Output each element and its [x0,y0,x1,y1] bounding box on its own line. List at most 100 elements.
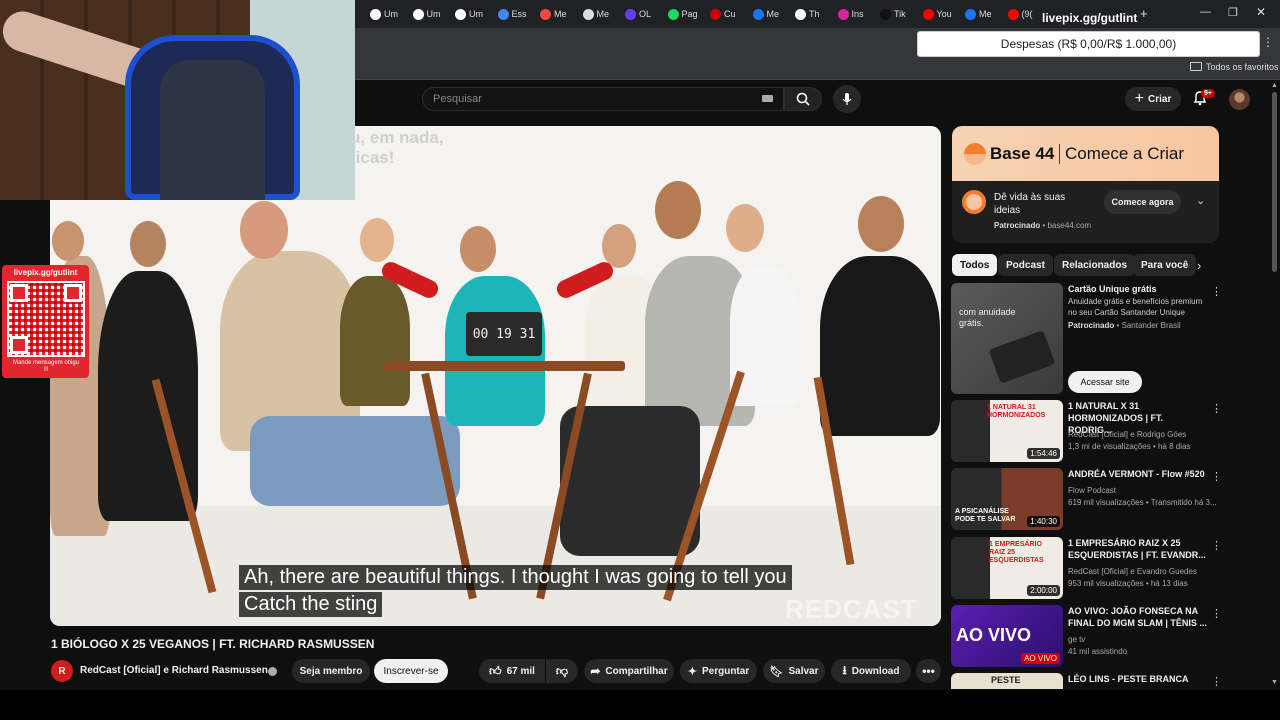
browser-tab[interactable]: You [922,6,952,22]
ad-cta-button[interactable]: Comece agora [1104,190,1181,214]
recommendation-item[interactable]: PESTE LÉO LINS - PESTE BRANCA ⋮ [951,673,1221,689]
recommendation-item[interactable]: 1 NATURAL 31 HORMONIZADOS 1:54:46 1 NATU… [951,400,1222,464]
browser-tab[interactable]: (9( [1007,6,1033,22]
tab-favicon-icon [710,8,721,20]
recommendation-thumbnail[interactable]: 1 EMPRESÁRIO RAIZ 25 ESQUERDISTAS 2:00:0… [951,537,1063,599]
subscribe-button[interactable]: Inscrever-se [374,659,448,683]
chip-for-you[interactable]: Para você [1133,254,1197,276]
rec-channel: RedCast [Oficial] e Evandro Guedes [1068,567,1197,576]
tab-favicon-icon [455,8,466,20]
rec-channel: RedCast [Oficial] e Rodrigo Góes [1068,430,1187,439]
chip-all[interactable]: Todos [952,254,998,276]
bookmark-folder-all[interactable]: Todos os favoritos [1206,62,1279,72]
recommendation-thumbnail[interactable]: 1 NATURAL 31 HORMONIZADOS 1:54:46 [951,400,1063,462]
browser-tab[interactable]: Um [370,6,398,22]
ad-cta-label: Comece agora [1111,197,1174,207]
browser-tab[interactable]: Me [965,6,992,22]
chevron-down-icon[interactable]: ⌄ [1196,194,1205,207]
browser-tab[interactable]: OL [625,6,651,22]
sponsored-recommendation[interactable]: com anuidade grátis. Cartão Unique gráti… [951,283,1222,395]
like-button[interactable]: 👍︎ 67 mil [479,659,545,683]
tab-favicon-icon [965,8,976,20]
gaming-chair-seat [160,60,265,200]
search-icon [796,92,810,106]
more-actions-button[interactable]: ••• [916,659,941,683]
browser-tab[interactable]: Ess [497,6,527,22]
livepix-widget[interactable]: livepix.gg/gutlint Mande mensagem obigu … [2,265,89,378]
ad-banner[interactable]: Base 44 Comece a Criar [952,126,1219,181]
scroll-up-icon[interactable]: ▲ [1271,82,1278,89]
download-button[interactable]: ⭳ Download [831,659,911,683]
rec-more-icon[interactable]: ⋮ [1211,539,1222,552]
page-scrollbar[interactable] [1272,92,1277,272]
chip-podcast[interactable]: Podcast [998,254,1053,276]
browser-tab[interactable]: Me [752,6,779,22]
rec-meta: 41 mil assistindo [1068,647,1128,656]
ask-button[interactable]: ✦ Perguntar [680,659,757,683]
dislike-button[interactable]: 👎︎ [546,659,578,683]
timer-display: 00 19 31 [472,326,536,342]
person-3 [340,276,410,406]
recommendation-item[interactable]: A PSICANÁLISE PODE TE SALVAR 1:40:30 AND… [951,468,1222,532]
share-icon: ➦ [590,664,601,678]
rec-more-icon[interactable]: ⋮ [1211,607,1222,620]
rec-more-icon[interactable]: ⋮ [1211,675,1221,688]
plus-icon: + [1134,90,1144,107]
browser-tab[interactable]: Th [795,6,820,22]
browser-tab[interactable]: Ins [837,6,864,22]
create-button[interactable]: + Criar [1125,87,1181,111]
search-input[interactable]: Pesquisar [422,87,784,111]
keyboard-icon[interactable] [762,95,773,102]
save-button[interactable]: 🔖︎ Salvar [763,659,825,683]
chevron-right-icon[interactable]: › [1197,258,1201,273]
sparkle-icon: ✦ [687,665,697,678]
browser-tab[interactable]: Pag [667,6,698,22]
subscribe-label: Inscrever-se [383,665,439,677]
folder-icon [1190,62,1202,71]
browser-tab[interactable]: Um [412,6,441,22]
more-horizontal-icon: ••• [922,664,935,678]
rec-thumb-text: 1 EMPRESÁRIO RAIZ 25 ESQUERDISTAS [989,541,1044,564]
share-button[interactable]: ➦ Compartilhar [584,659,674,683]
recommendation-thumbnail[interactable]: PESTE [951,673,1063,689]
sponsored-advertiser: Santander Brasil [1121,321,1181,330]
chip-related[interactable]: Relacionados [1054,254,1136,276]
browser-tab[interactable]: Tik [880,6,906,22]
timer-device: 00 19 31 [466,312,542,356]
qr-corner-tl [10,284,28,302]
voice-search-button[interactable] [833,85,861,113]
budget-popup[interactable]: Despesas (R$ 0,00/R$ 1.000,00) [917,31,1260,57]
scroll-down-icon[interactable]: ▼ [1271,679,1278,686]
browser-tab[interactable]: Cu [710,6,736,22]
browser-tab[interactable]: Me [582,6,609,22]
close-window-button[interactable]: ✕ [1256,5,1266,19]
recommendation-thumbnail[interactable]: AO VIVO AO VIVO [951,605,1063,667]
join-button[interactable]: Seja membro [292,659,370,683]
maximize-window-button[interactable]: ❐ [1228,6,1238,19]
sponsored-thumbnail[interactable]: com anuidade grátis. [951,283,1063,394]
recommendation-item[interactable]: AO VIVO AO VIVO AO VIVO: JOÃO FONSECA NA… [951,605,1222,669]
new-tab-button[interactable]: + [1140,6,1148,21]
search-button[interactable] [784,87,822,111]
recommendation-item[interactable]: 1 EMPRESÁRIO RAIZ 25 ESQUERDISTAS 2:00:0… [951,537,1222,601]
sponsored-cta-button[interactable]: Acessar site [1068,371,1142,393]
recommendation-thumbnail[interactable]: A PSICANÁLISE PODE TE SALVAR 1:40:30 [951,468,1063,530]
video-bg-text-line2: ticas! [350,148,395,167]
sponsored-more-icon[interactable]: ⋮ [1211,285,1222,298]
rec-more-icon[interactable]: ⋮ [1211,402,1222,415]
ad-card[interactable]: Base 44 Comece a Criar Dê vida às suas i… [952,126,1219,243]
person-8-head [858,196,904,252]
channel-name[interactable]: RedCast [Oficial] e Richard Rasmussen [80,665,268,676]
budget-text: Despesas (R$ 0,00/R$ 1.000,00) [1000,37,1177,51]
sponsored-source: Patrocinado • Santander Brasil [1068,321,1181,330]
channel-avatar[interactable]: R [51,660,73,682]
rec-title: LÉO LINS - PESTE BRANCA [1068,674,1189,684]
browser-tab[interactable]: Um [455,6,483,22]
browser-tab[interactable]: Me [540,6,567,22]
tab-label: Um [426,9,441,19]
minimize-window-button[interactable]: — [1200,6,1211,18]
video-player[interactable]: u, em nada, ticas! 00 19 31 REDCAST Ah, … [50,126,941,626]
rec-more-icon[interactable]: ⋮ [1211,470,1222,483]
avatar[interactable] [1229,89,1250,110]
browser-menu-icon[interactable]: ⋮ [1262,35,1274,49]
